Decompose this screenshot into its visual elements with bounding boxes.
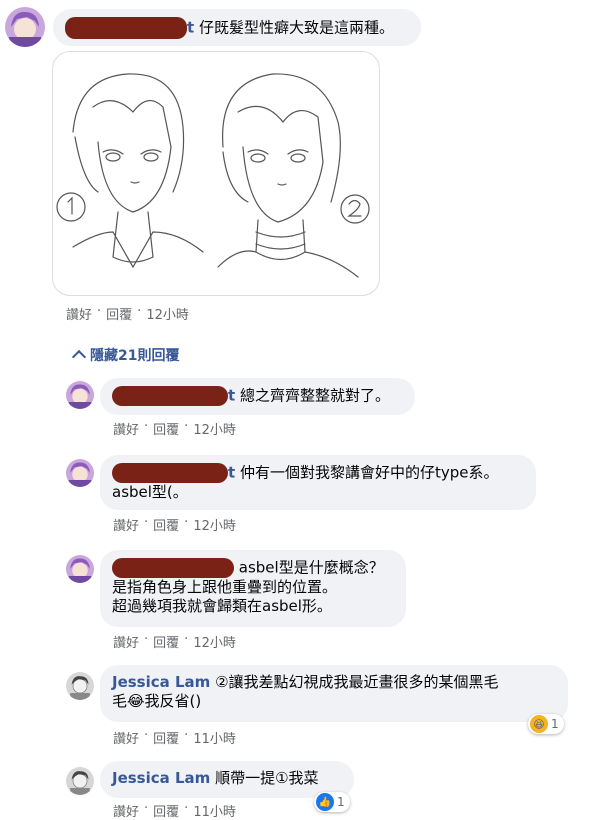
reply-actions: 讚好 · 回覆 · 11小時 (113, 801, 236, 820)
reply-button[interactable]: 回覆 (153, 801, 179, 820)
reply-actions: 讚好 · 回覆 · 12小時 (113, 515, 236, 534)
reply-text-line1: asbel型是什麼概念？ (238, 558, 384, 577)
reaction-count[interactable]: 😆 1 (528, 714, 564, 734)
reply-button[interactable]: 回覆 (106, 304, 132, 323)
reply-author[interactable]: Jessica Lam (112, 673, 210, 691)
timestamp[interactable]: 12小時 (193, 632, 236, 651)
sketch-illustration (56, 73, 370, 278)
reply-author-suffix[interactable]: t (228, 464, 235, 482)
like-button[interactable]: 讚好 (113, 515, 139, 534)
timestamp[interactable]: 11小時 (193, 728, 236, 747)
redacted-author-name (112, 463, 228, 483)
reply-actions: 讚好 · 回覆 · 12小時 (113, 419, 236, 438)
reply-avatar[interactable] (66, 672, 94, 700)
reply-actions: 讚好 · 回覆 · 12小時 (113, 632, 236, 651)
haha-reaction-icon: 😆 (530, 715, 548, 733)
reaction-count-value: 1 (551, 717, 559, 731)
redacted-author-name (112, 558, 234, 578)
reply-button[interactable]: 回覆 (153, 419, 179, 438)
reply-button[interactable]: 回覆 (153, 515, 179, 534)
reply-text: 總之齊齊整整就對了。 (239, 386, 390, 405)
reply-bubble: Jessica Lam 順帶一提①我菜 (100, 761, 354, 798)
like-button[interactable]: 讚好 (113, 632, 139, 651)
timestamp[interactable]: 12小時 (193, 515, 236, 534)
reply-bubble: t 仲有一個對我黎講會好中的仔type系。 asbel型(。 (100, 455, 536, 510)
reply-text-line2-a: 毛 (112, 692, 128, 710)
comment-actions: 讚好 · 回覆 · 12小時 (66, 304, 189, 323)
reply-avatar[interactable] (66, 555, 94, 583)
reaction-count[interactable]: 👍 1 (314, 792, 350, 812)
reply-avatar[interactable] (66, 459, 94, 487)
like-button[interactable]: 讚好 (66, 304, 92, 323)
reply-text-line2-b: 我反省() (144, 692, 202, 710)
redacted-author-name (112, 386, 228, 406)
redacted-author-name (65, 17, 187, 39)
like-button[interactable]: 讚好 (113, 419, 139, 438)
reply-button[interactable]: 回覆 (153, 728, 179, 747)
like-reaction-icon: 👍 (316, 793, 334, 811)
reply-bubble: asbel型是什麼概念？ 是指角色身上跟他重疊到的位置。 超過幾項我就會歸類在a… (100, 550, 406, 627)
like-button[interactable]: 讚好 (113, 728, 139, 747)
reply-avatar[interactable] (66, 381, 94, 409)
reply-author-suffix[interactable]: t (228, 387, 235, 405)
reply-text-line1: ②讓我差點幻視成我最近畫很多的某個黑毛 (215, 673, 499, 691)
laughing-emoji-icon: 😂 (127, 692, 145, 710)
reaction-count-value: 1 (337, 795, 345, 809)
hide-replies-toggle[interactable]: 隱藏21則回覆 (71, 345, 180, 365)
timestamp[interactable]: 11小時 (193, 801, 236, 820)
timestamp[interactable]: 12小時 (193, 419, 236, 438)
reply-button[interactable]: 回覆 (153, 632, 179, 651)
comment-text: 仔既髮型性癖大致是這兩種。 (198, 18, 394, 37)
reply-text: 順帶一提①我菜 (215, 769, 319, 787)
comment-bubble: t 仔既髮型性癖大致是這兩種。 (53, 9, 421, 46)
reply-text-line1: 仲有一個對我黎講會好中的仔type系。 (239, 463, 499, 482)
like-button[interactable]: 讚好 (113, 801, 139, 820)
commenter-avatar[interactable] (5, 7, 45, 47)
comment-image[interactable] (52, 51, 380, 296)
reply-bubble: t 總之齊齊整整就對了。 (100, 378, 415, 415)
timestamp[interactable]: 12小時 (146, 304, 189, 323)
reply-bubble: Jessica Lam ②讓我差點幻視成我最近畫很多的某個黑毛 毛😂我反省() (100, 665, 568, 722)
hide-replies-label: 隱藏21則回覆 (90, 348, 180, 364)
reply-avatar[interactable] (66, 767, 94, 795)
reply-actions: 讚好 · 回覆 · 11小時 (113, 728, 236, 747)
reply-text-line2: 是指角色身上跟他重疊到的位置。 (112, 578, 338, 596)
reply-text-line3: 超過幾項我就會歸類在asbel形。 (112, 597, 332, 615)
comment-author-suffix[interactable]: t (187, 19, 194, 37)
reply-author[interactable]: Jessica Lam (112, 769, 210, 787)
reply-text-line2: asbel型(。 (112, 483, 188, 501)
chevron-up-icon (71, 349, 87, 365)
